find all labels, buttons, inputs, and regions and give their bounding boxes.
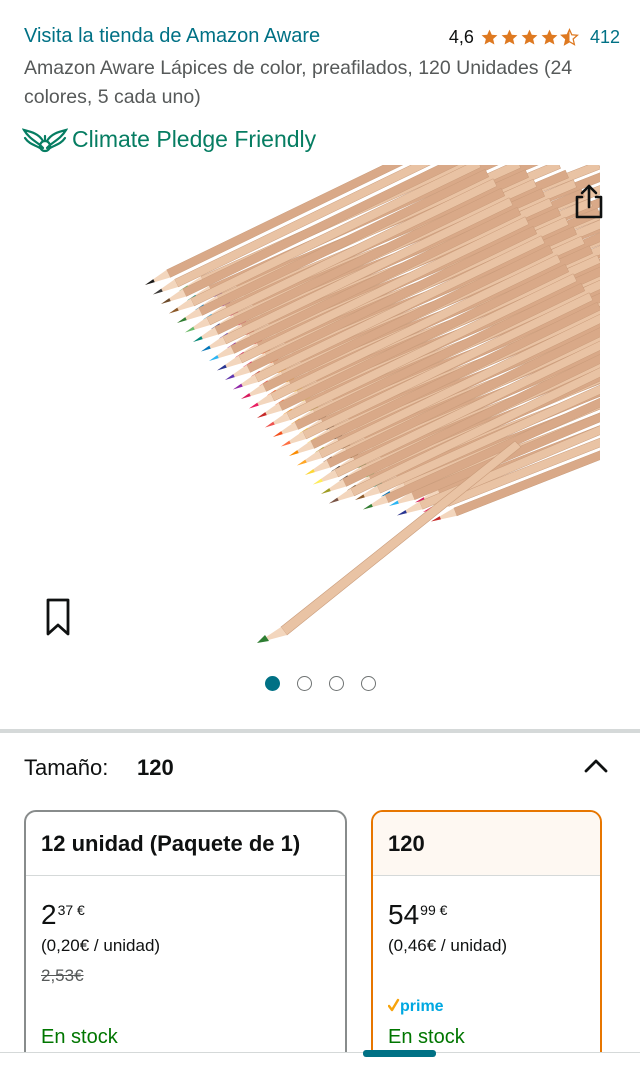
size-selected-value: 120 [137, 755, 174, 780]
carousel-dot[interactable] [264, 676, 280, 691]
bookmark-icon[interactable] [40, 596, 76, 640]
size-option-12-units[interactable]: 12 unidad (Paquete de 1) 2 37 € (0,20€ /… [24, 810, 347, 1065]
price-fraction: 99 € [420, 902, 448, 918]
pencil-tip [145, 279, 155, 285]
share-icon[interactable] [570, 182, 608, 222]
pencil-tip [161, 298, 171, 304]
star-rating [480, 27, 580, 47]
stock-status: En stock [41, 1026, 118, 1048]
stock-status: En stock [388, 1026, 465, 1048]
pencil-tip [201, 345, 211, 352]
store-row: Visita la tienda de Amazon Aware 4,6 412 [24, 22, 620, 50]
pencil-tip [177, 317, 187, 323]
star-full-icon [481, 29, 498, 45]
option-price: 2 37 € [41, 900, 85, 930]
star-full-icon [541, 29, 558, 45]
unit-price: (0,46€ / unidad) [388, 936, 508, 955]
size-label: Tamaño: [24, 755, 109, 780]
carousel-dot[interactable] [328, 676, 344, 691]
list-price: 2,53€ [41, 966, 84, 985]
pencil-tip [209, 355, 219, 361]
option-price: 54 99 € [388, 900, 447, 930]
pencil-tip [355, 494, 365, 500]
pencils-illustration [145, 165, 600, 643]
pencil-tip [217, 364, 227, 371]
carousel-dot[interactable] [296, 676, 312, 691]
section-divider [0, 729, 640, 733]
price-fraction: 37 € [57, 902, 85, 918]
climate-pledge-label: Climate Pledge Friendly [72, 125, 317, 152]
pencil-tip [297, 459, 307, 466]
pencil-tip [257, 412, 267, 418]
price-whole: 2 [41, 899, 57, 930]
star-full-icon [521, 29, 538, 45]
climate-pledge-badge[interactable]: Climate Pledge Friendly [22, 122, 316, 156]
option-name: 12 unidad (Paquete de 1) [26, 812, 345, 876]
pencil-tip [321, 488, 331, 494]
image-carousel-dots [0, 676, 640, 696]
pencil-tip [305, 469, 315, 475]
pencil-tip [193, 336, 203, 342]
pencil-tip [265, 421, 275, 428]
pencil-tip [185, 326, 195, 333]
carousel-dot[interactable] [360, 676, 376, 691]
rating[interactable]: 4,6 412 [449, 24, 620, 50]
star-full-icon [501, 29, 518, 45]
product-title: Amazon Aware Lápices de color, preafilad… [24, 57, 573, 108]
review-count[interactable]: 412 [590, 27, 620, 48]
pencil-tip [313, 478, 323, 485]
store-link[interactable]: Visita la tienda de Amazon Aware [24, 22, 320, 50]
size-option-120-units[interactable]: 120 54 99 € (0,46€ / unidad) prime En st… [371, 810, 602, 1065]
bottom-indicator [363, 1050, 436, 1057]
size-selector-header[interactable]: Tamaño: 120 [24, 752, 614, 788]
pencil-tip [225, 374, 235, 380]
prime-label: prime [400, 998, 444, 1015]
price-whole: 54 [388, 899, 420, 930]
pencil-tip [289, 450, 299, 456]
pencil-tip [281, 440, 291, 447]
pencil-tip [273, 431, 283, 437]
prime-badge-icon: prime [388, 998, 444, 1015]
pencil-tip [169, 307, 179, 314]
chevron-up-icon[interactable] [582, 754, 610, 778]
pencil-tip [233, 383, 243, 390]
star-half-icon [559, 27, 579, 46]
pencil-tip [397, 510, 407, 516]
pencil-tip [363, 503, 373, 510]
bottom-bar [0, 1052, 640, 1065]
unit-price: (0,20€ / unidad) [41, 936, 161, 955]
climate-pledge-leaf-icon [22, 128, 68, 153]
pencil-tip [153, 288, 163, 295]
pencil-tip [249, 402, 259, 409]
product-image[interactable] [45, 165, 600, 650]
option-name: 120 [373, 812, 600, 876]
rating-value: 4,6 [448, 26, 474, 47]
pencil-tip [241, 393, 251, 399]
pencil-tip [329, 497, 339, 504]
